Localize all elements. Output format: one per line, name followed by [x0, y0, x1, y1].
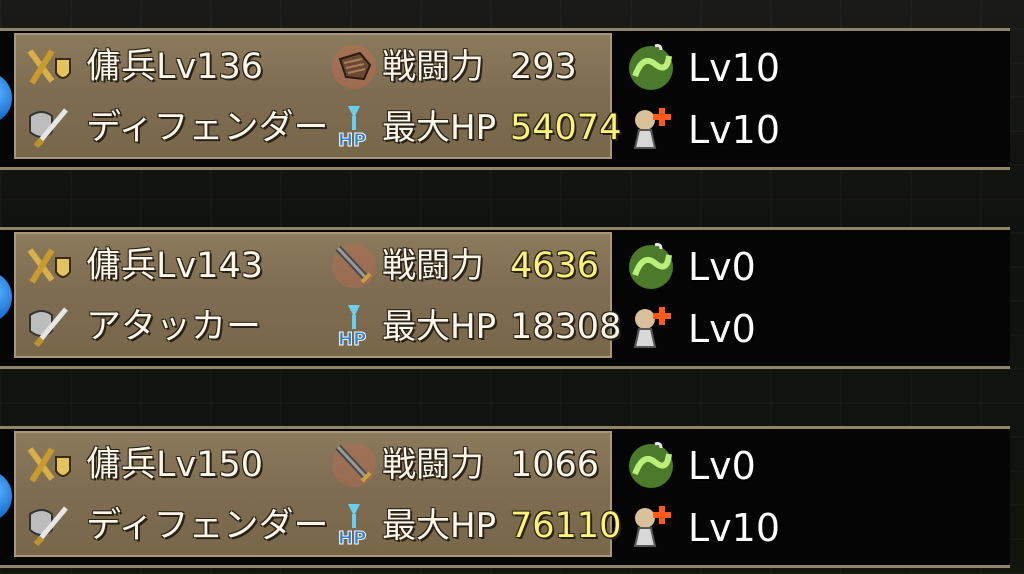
sword-icon	[328, 240, 380, 292]
skill1-level: Lv10	[688, 46, 781, 90]
mercenary-level: 傭兵Lv150	[86, 445, 264, 485]
power-value: 4636	[510, 246, 600, 286]
stats-panel: 傭兵Lv136 戦闘力 293 ディフェンダー HP 最大HP 54074	[14, 33, 621, 159]
hp-icon: HP	[328, 102, 380, 154]
armor-sword-icon	[22, 102, 74, 154]
hp-label: 最大HP	[382, 307, 497, 347]
armor-sword-icon	[22, 500, 74, 552]
green-serpent-icon	[625, 239, 677, 291]
mercenary-level: 傭兵Lv143	[86, 246, 264, 286]
mercenary-card[interactable]: 傭兵Lv136 戦闘力 293 ディフェンダー HP 最大HP 54074 Lv…	[0, 28, 1024, 170]
mercenary-class-icon	[22, 41, 74, 93]
skill1-level: Lv0	[688, 245, 756, 289]
power-value: 293	[510, 47, 577, 87]
hp-value: 76110	[510, 506, 622, 546]
skill2-level: Lv10	[688, 506, 781, 550]
stats-panel: 傭兵Lv143 戦闘力 4636 アタッカー HP 最大HP 18308	[14, 232, 621, 358]
mercenary-level: 傭兵Lv136	[86, 47, 264, 87]
role-label: アタッカー	[86, 307, 262, 347]
hp-icon: HP	[328, 500, 380, 552]
skill2-level: Lv0	[688, 307, 756, 351]
green-serpent-icon	[625, 40, 677, 92]
hp-value: 54074	[510, 108, 622, 148]
hp-icon: HP	[328, 301, 380, 353]
role-label: ディフェンダー	[86, 108, 329, 148]
skill1-level: Lv0	[688, 444, 756, 488]
mercenary-card[interactable]: 傭兵Lv150 戦闘力 1066 ディフェンダー HP 最大HP 76110 L…	[0, 426, 1024, 568]
power-value: 1066	[510, 445, 600, 485]
heal-potion-icon	[625, 102, 677, 154]
mercenary-class-icon	[22, 439, 74, 491]
gauntlet-icon	[328, 41, 380, 93]
hp-value: 18308	[510, 307, 622, 347]
heal-potion-icon	[625, 301, 677, 353]
heal-potion-icon	[625, 500, 677, 552]
skill2-level: Lv10	[688, 108, 781, 152]
hp-label: 最大HP	[382, 108, 497, 148]
green-serpent-icon	[625, 438, 677, 490]
hp-label: 最大HP	[382, 506, 497, 546]
mercenary-card[interactable]: 傭兵Lv143 戦闘力 4636 アタッカー HP 最大HP 18308 Lv0…	[0, 227, 1024, 369]
role-label: ディフェンダー	[86, 506, 329, 546]
stats-panel: 傭兵Lv150 戦闘力 1066 ディフェンダー HP 最大HP 76110	[14, 431, 621, 557]
mercenary-class-icon	[22, 240, 74, 292]
svg-text:HP: HP	[338, 130, 366, 151]
svg-text:HP: HP	[338, 329, 366, 350]
power-label: 戦闘力	[382, 47, 484, 87]
power-label: 戦闘力	[382, 246, 484, 286]
armor-sword-icon	[22, 301, 74, 353]
svg-text:HP: HP	[338, 528, 366, 549]
power-label: 戦闘力	[382, 445, 484, 485]
sword-icon	[328, 439, 380, 491]
